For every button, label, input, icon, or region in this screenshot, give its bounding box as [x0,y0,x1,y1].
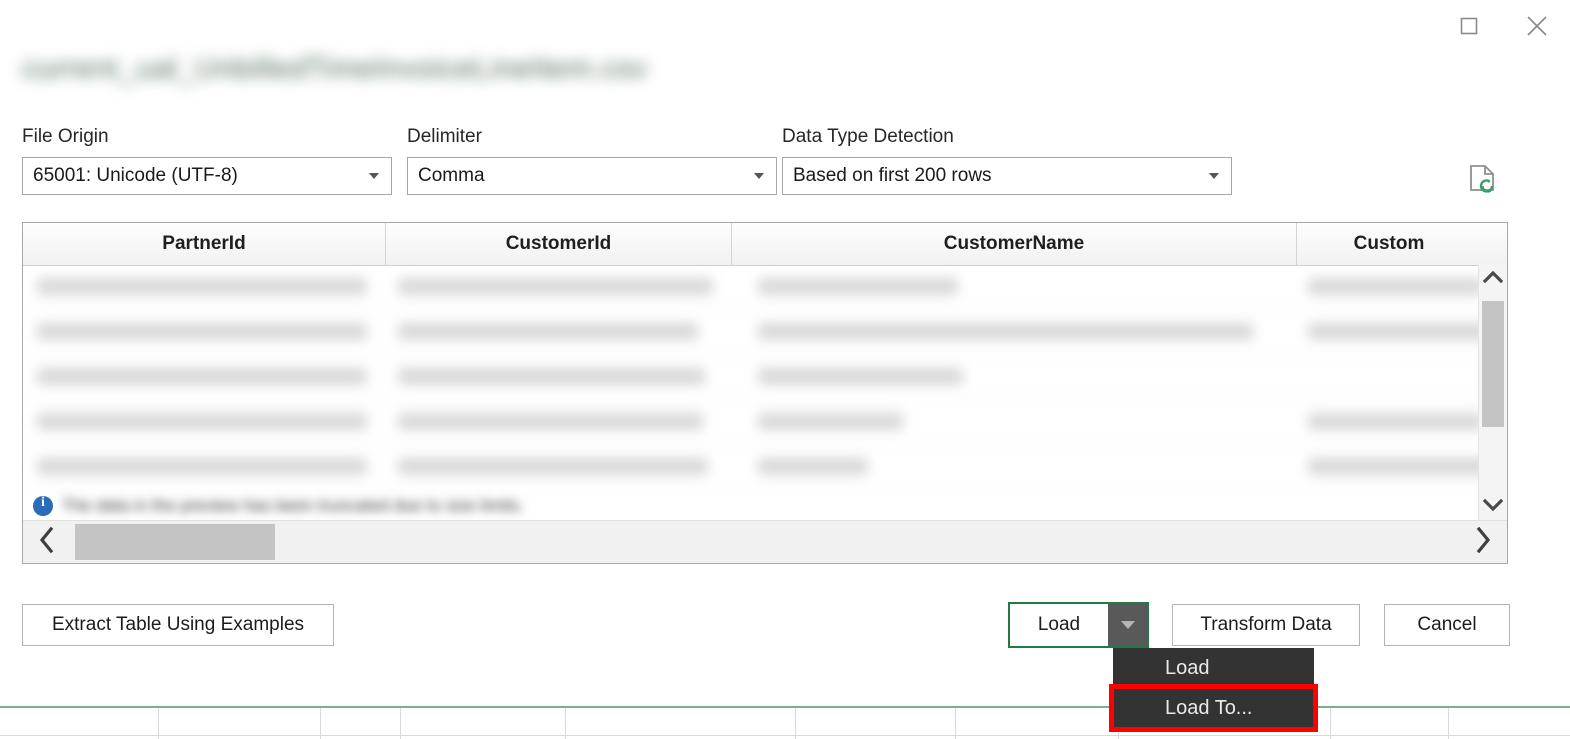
csv-preview-table[interactable]: PartnerId CustomerId CustomerName Custom [22,222,1508,564]
info-icon [33,495,53,516]
dialog-title-text: current_ual_UnbilledTimeInvoiceLineItem.… [22,52,648,85]
file-origin-value: 65001: Unicode (UTF-8) [33,165,238,186]
grid-column-line [1448,708,1449,739]
grid-column-line [320,708,321,739]
import-options: File Origin 65001: Unicode (UTF-8) Delim… [22,126,1272,202]
load-dropdown-button[interactable] [1108,604,1147,646]
load-split-button[interactable]: Load [1008,602,1149,648]
restore-button[interactable] [1446,6,1492,46]
preview-header-row: PartnerId CustomerId CustomerName Custom [23,223,1507,266]
refresh-preview-button[interactable] [1466,163,1502,201]
scroll-left-button[interactable] [23,521,71,563]
close-icon [1524,13,1550,39]
load-button[interactable]: Load [1010,604,1108,646]
data-type-detection-value: Based on first 200 rows [793,165,992,186]
file-origin-label: File Origin [22,126,109,147]
caret-down-icon [1120,621,1135,629]
data-type-detection-select[interactable]: Based on first 200 rows [782,157,1232,195]
delimiter-value: Comma [418,165,485,186]
menu-item-load[interactable]: Load [1113,648,1314,688]
excel-worksheet-grid[interactable] [0,706,1570,739]
preview-column-header-custom[interactable]: Custom [1297,223,1481,265]
data-type-detection-label: Data Type Detection [782,126,954,147]
chevron-down-icon [754,173,764,179]
refresh-file-icon [1466,165,1502,205]
scroll-right-button[interactable] [1459,521,1507,563]
chevron-left-icon [39,526,55,558]
grid-column-line [400,708,401,739]
cancel-button[interactable]: Cancel [1384,604,1510,646]
load-dropdown-menu: Load Load To... [1109,648,1318,732]
file-origin-select[interactable]: 65001: Unicode (UTF-8) [22,157,392,195]
preview-horizontal-scrollbar[interactable] [23,520,1507,563]
preview-column-header-customername[interactable]: CustomerName [732,223,1296,265]
delimiter-select[interactable]: Comma [407,157,777,195]
grid-column-line [1330,708,1331,739]
screen: current_ual_UnbilledTimeInvoiceLineItem.… [0,0,1570,739]
chevron-down-icon [369,173,379,179]
scroll-up-button[interactable] [1479,265,1507,293]
preview-column-header-customerid[interactable]: CustomerId [386,223,731,265]
grid-column-line [795,708,796,739]
close-button[interactable] [1514,6,1560,46]
window-controls [1446,0,1560,52]
delimiter-label: Delimiter [407,126,482,147]
file-origin-group: File Origin 65001: Unicode (UTF-8) [22,126,392,195]
chevron-down-icon [1209,173,1219,179]
data-type-detection-group: Data Type Detection Based on first 200 r… [782,126,1232,195]
grid-row-line [0,735,1570,736]
extract-table-using-examples-button[interactable]: Extract Table Using Examples [22,604,334,646]
preview-vertical-scrollbar[interactable] [1478,265,1507,521]
table-row[interactable] [23,265,1507,310]
vertical-scroll-thumb[interactable] [1482,301,1504,427]
table-row[interactable] [23,445,1507,490]
grid-column-line [565,708,566,739]
chevron-up-icon [1482,270,1504,289]
chevron-down-icon [1482,498,1504,517]
dialog-title: current_ual_UnbilledTimeInvoiceLineItem.… [22,52,648,86]
grid-column-line [158,708,159,739]
scroll-down-button[interactable] [1479,493,1507,521]
menu-item-load-to[interactable]: Load To... [1109,684,1318,732]
horizontal-scroll-thumb[interactable] [75,524,275,560]
grid-column-line [955,708,956,739]
restore-icon [1458,15,1480,37]
table-row[interactable] [23,310,1507,355]
preview-column-header-partnerid[interactable]: PartnerId [23,223,385,265]
delimiter-group: Delimiter Comma [407,126,777,195]
preview-truncation-note: The data in the preview has been truncat… [33,493,1447,519]
chevron-right-icon [1475,526,1491,558]
preview-truncation-text: The data in the preview has been truncat… [62,496,525,515]
table-row[interactable] [23,355,1507,400]
transform-data-button[interactable]: Transform Data [1172,604,1360,646]
table-row[interactable] [23,400,1507,445]
